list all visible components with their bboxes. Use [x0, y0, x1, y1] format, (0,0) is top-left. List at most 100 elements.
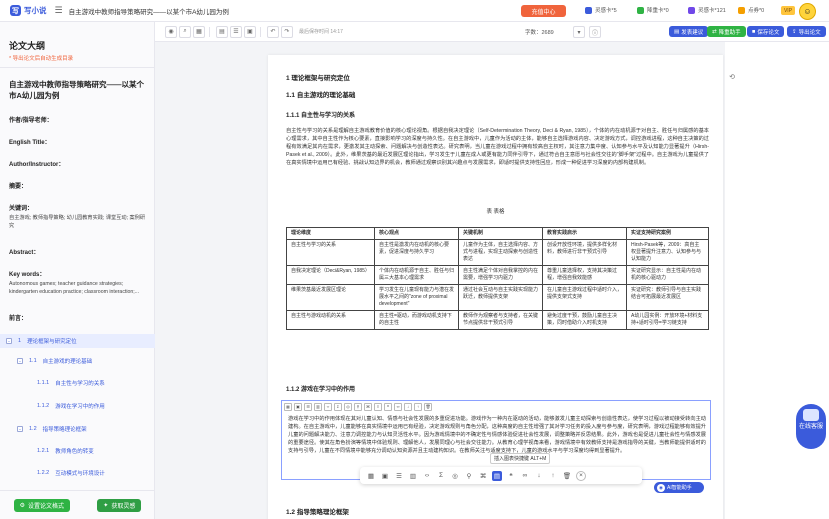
- table-cell[interactable]: 学习发生在儿童现有能力与潜在发展水平之间的"zone of proximal d…: [374, 284, 459, 311]
- table-header[interactable]: 关键机制: [458, 227, 543, 240]
- stat-inspiration-2[interactable]: 灵感卡*121: [688, 6, 726, 14]
- info-icon[interactable]: ⓘ: [589, 26, 601, 38]
- table-cell[interactable]: 自我决定理论（Deci&Ryan, 1985）: [286, 265, 375, 285]
- arrow-up-icon[interactable]: ↑: [548, 471, 558, 481]
- expand-toggle-icon[interactable]: −: [17, 358, 23, 364]
- quote-icon[interactable]: ❝: [506, 471, 516, 481]
- outline-item[interactable]: − 1.1 自主游戏的理论基础: [17, 357, 92, 365]
- expand-toggle-icon[interactable]: −: [17, 426, 23, 432]
- paper-title[interactable]: 自主游戏中教师指导策略研究——以某个市A幼儿园为例: [9, 79, 147, 101]
- expand-toggle-icon[interactable]: −: [6, 338, 12, 344]
- table-cell[interactable]: 自主性满足个体对自我掌控的内在需要，增强学习内驱力: [458, 265, 543, 285]
- arrow-up-icon[interactable]: ↑: [414, 402, 422, 411]
- mindmap-icon[interactable]: ⌘: [364, 402, 372, 411]
- quote-icon[interactable]: ❝: [384, 402, 392, 411]
- close-icon[interactable]: ×: [576, 470, 586, 481]
- table-header[interactable]: 实证支持研究案例: [626, 227, 709, 240]
- redo-icon[interactable]: ↷: [281, 25, 293, 38]
- field-abstract-en-label[interactable]: Abstract：: [9, 247, 39, 256]
- heading-1-1[interactable]: 1.1 自主游戏的理论基础: [286, 89, 355, 99]
- paragraph-being-edited[interactable]: 游戏在学习中的作用体现在其对儿童认知、情感与社会性发展的多重促进功能。游戏作为一…: [288, 415, 706, 455]
- menu-icon[interactable]: ☰: [55, 5, 63, 16]
- outline-item[interactable]: 1.1.1 自主性与学习的关系: [37, 379, 105, 387]
- field-english-title-label[interactable]: English Title：: [9, 137, 51, 146]
- view-icon[interactable]: ◉: [165, 25, 177, 38]
- list-icon[interactable]: ☰: [394, 471, 404, 481]
- field-abstract-label[interactable]: 摘要：: [9, 181, 27, 190]
- table-header[interactable]: 核心观点: [374, 227, 459, 240]
- image-icon[interactable]: ▣: [244, 25, 256, 38]
- table-icon[interactable]: ▤: [216, 25, 228, 38]
- table-cell[interactable]: 儿童作为主体，自主选择内容、方式与进程，实现主动探索与创造性表达: [458, 239, 543, 266]
- mindmap-icon[interactable]: ⌘: [478, 471, 488, 481]
- outline-item[interactable]: 1.2.2 互动模式与环境设计: [37, 469, 105, 477]
- outline-item[interactable]: − 1 理论框架与研究定位: [0, 334, 155, 348]
- search-icon[interactable]: ⌕: [179, 25, 191, 38]
- table-header[interactable]: 理论维度: [286, 227, 375, 240]
- table-cell[interactable]: 自主性与学习的关系: [286, 239, 375, 266]
- insert-chart-icon[interactable]: ▤: [492, 470, 502, 481]
- app-logo[interactable]: 写 写小说: [10, 5, 47, 16]
- heading-1[interactable]: 1 理论框架与研究定位: [286, 72, 350, 82]
- table-header[interactable]: 教育实践启示: [542, 227, 627, 240]
- code-icon[interactable]: ‹›: [324, 402, 332, 411]
- heading-1-2[interactable]: 1.2 指导策略理论框架: [286, 506, 349, 516]
- delete-icon[interactable]: 🗑: [424, 402, 432, 411]
- table-cell[interactable]: 自主性=驱动，而游戏动机支持下的自主性: [374, 310, 459, 330]
- stat-reduce[interactable]: 降重卡*0: [637, 6, 669, 14]
- ai-assistant-chip[interactable]: ◉ AI智能助手: [654, 482, 704, 493]
- table-cell[interactable]: 自主性与游戏动机的关系: [286, 310, 375, 330]
- table-cell[interactable]: 避免过度干预，鼓励儿童自主决策，同时借助介入时机支持: [542, 310, 627, 330]
- get-inspiration-button[interactable]: ✦ 获取灵感: [97, 498, 142, 512]
- stat-inspiration[interactable]: 灵感卡*5: [585, 6, 617, 14]
- link-icon[interactable]: ∞: [520, 471, 530, 481]
- format-settings-button[interactable]: ⚙ 设置论文格式: [13, 498, 71, 512]
- table-cell[interactable]: 个体内在动机源于自主、胜任与归属三大基本心理需求: [374, 265, 459, 285]
- field-keywords-value[interactable]: 自主游戏; 教师指导策略; 幼儿园教育实践; 课堂互动; 案例研究: [9, 214, 149, 230]
- outline-item[interactable]: 1.1.2 游戏在学习中的作用: [37, 402, 105, 410]
- table-icon[interactable]: ▦: [284, 402, 292, 411]
- reduce-helper-button[interactable]: ⇄ 降重助手: [707, 26, 746, 37]
- user-avatar[interactable]: ☺: [799, 3, 816, 20]
- table-cell[interactable]: 尊重儿童选择权，支持其决策过程，增强自我效能感: [542, 265, 627, 285]
- location-icon[interactable]: ◎: [450, 471, 460, 481]
- theory-table[interactable]: 理论维度 核心观点 关键机制 教育实践启示 实证支持研究案例 自主性与学习的关系…: [286, 227, 709, 330]
- flow-icon[interactable]: ⚲: [464, 471, 474, 481]
- table-cell[interactable]: 自主性是激发内在动机的核心要素，促进深度与持久学习: [374, 239, 459, 266]
- outline-item[interactable]: 1.2.1 教师角色的转变: [37, 447, 94, 455]
- field-keywords-en-value[interactable]: Autonomous games; teacher guidance strat…: [9, 280, 149, 296]
- formula-icon[interactable]: Σ: [334, 402, 342, 411]
- table-cell[interactable]: 维果茨基最近发展区理论: [286, 284, 375, 311]
- field-instructor-label[interactable]: Author/Instructor：: [9, 159, 64, 168]
- image-icon[interactable]: ▣: [380, 471, 390, 481]
- table-cell[interactable]: 通过社会互动与自主实践实现能力跃迁，教师提供支架: [458, 284, 543, 311]
- arrow-down-icon[interactable]: ↓: [404, 402, 412, 411]
- table-cell[interactable]: A幼儿园实例：开放环境+材料支持+适时引导=学习链支持: [626, 310, 709, 330]
- recharge-button[interactable]: 充值中心: [521, 5, 566, 17]
- image-icon[interactable]: ▣: [294, 402, 302, 411]
- chevron-down-icon[interactable]: ▾: [573, 26, 585, 38]
- align-icon[interactable]: ≡: [374, 402, 382, 411]
- chart-icon[interactable]: ▥: [408, 471, 418, 481]
- table-cell[interactable]: 在儿童自主游戏过程中适时介入，提供支架式支持: [542, 284, 627, 311]
- heading-1-1-1[interactable]: 1.1.1 自主性与学习的关系: [286, 110, 355, 119]
- location-icon[interactable]: ◎: [344, 402, 352, 411]
- list-icon[interactable]: ☰: [304, 402, 312, 411]
- table-caption[interactable]: 表 表格: [268, 207, 723, 215]
- save-paper-button[interactable]: ■ 保存论文: [747, 26, 785, 37]
- table-cell[interactable]: 创设开放性环境，提供多样化材料，教师进行非干预式引导: [542, 239, 627, 266]
- history-icon[interactable]: ⟲: [727, 72, 737, 82]
- undo-icon[interactable]: ↶: [267, 25, 279, 38]
- field-preface-label[interactable]: 前言：: [9, 313, 27, 322]
- heading-1-1-2[interactable]: 1.1.2 游戏在学习中的作用: [286, 384, 355, 393]
- field-keywords-en-label[interactable]: Key words：: [9, 269, 45, 278]
- table-cell[interactable]: 教师作为观察者与支持者，在关键节点提供非干预式引导: [458, 310, 543, 330]
- field-keywords-label[interactable]: 关键词：: [9, 203, 33, 212]
- chart-icon[interactable]: ▥: [314, 402, 322, 411]
- outline-item[interactable]: − 1.2 指导策略理论框架: [17, 425, 87, 433]
- export-paper-button[interactable]: ⇪ 导出论文: [787, 26, 826, 37]
- online-service-button[interactable]: 在线客服: [796, 404, 826, 449]
- delete-icon[interactable]: 🗑: [562, 471, 572, 481]
- table-cell[interactable]: 实证研究：教师引导与自主实践结合可拓展最近发展区: [626, 284, 709, 311]
- list-icon[interactable]: ☰: [230, 25, 242, 38]
